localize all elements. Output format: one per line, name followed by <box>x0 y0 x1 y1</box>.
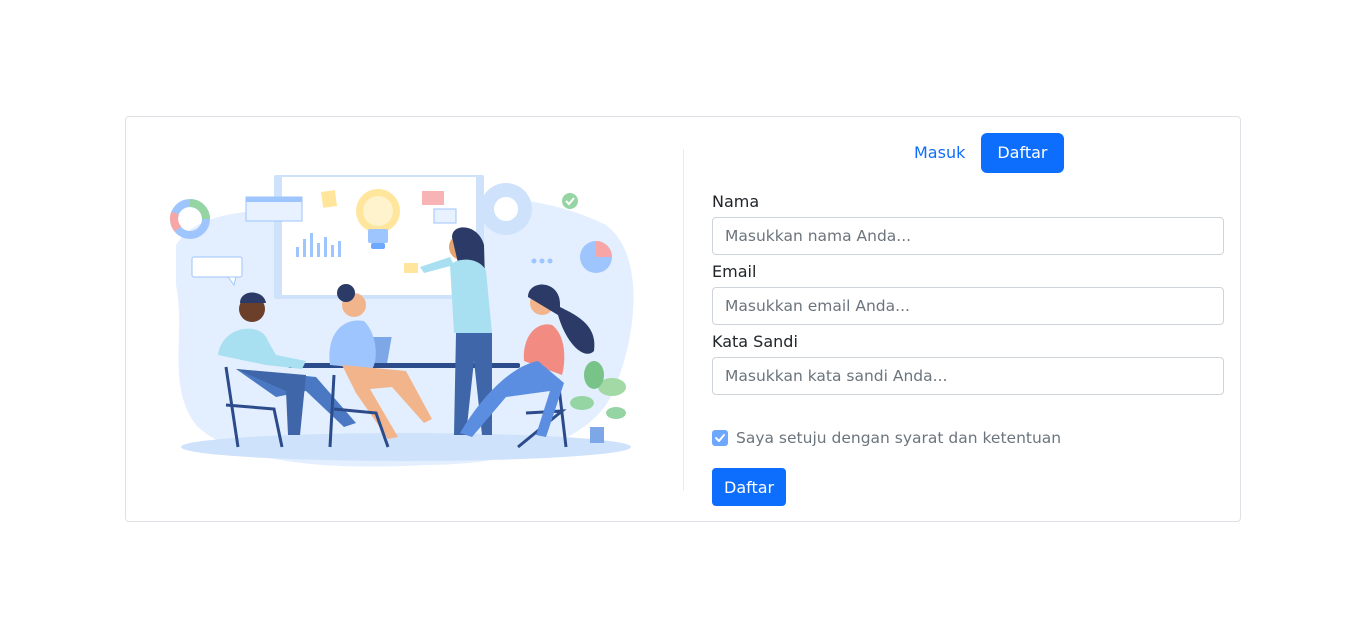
check-icon <box>715 434 725 442</box>
password-label: Kata Sandi <box>712 332 798 351</box>
email-label: Email <box>712 262 757 281</box>
name-label: Nama <box>712 192 760 211</box>
email-input[interactable] <box>712 287 1224 325</box>
tab-login[interactable]: Masuk <box>898 133 981 173</box>
terms-row: Saya setuju dengan syarat dan ketentuan <box>712 429 1061 447</box>
register-card: Masuk Daftar Nama Email Kata Sandi Saya … <box>125 116 1241 522</box>
name-input[interactable] <box>712 217 1224 255</box>
password-input[interactable] <box>712 357 1224 395</box>
auth-tabs: Masuk Daftar <box>898 133 1064 173</box>
card-divider <box>683 149 684 491</box>
terms-checkbox[interactable] <box>712 430 728 446</box>
terms-label[interactable]: Saya setuju dengan syarat dan ketentuan <box>736 429 1061 447</box>
team-meeting-illustration <box>166 165 646 475</box>
register-submit-button[interactable]: Daftar <box>712 468 787 506</box>
tab-register[interactable]: Daftar <box>981 133 1064 173</box>
